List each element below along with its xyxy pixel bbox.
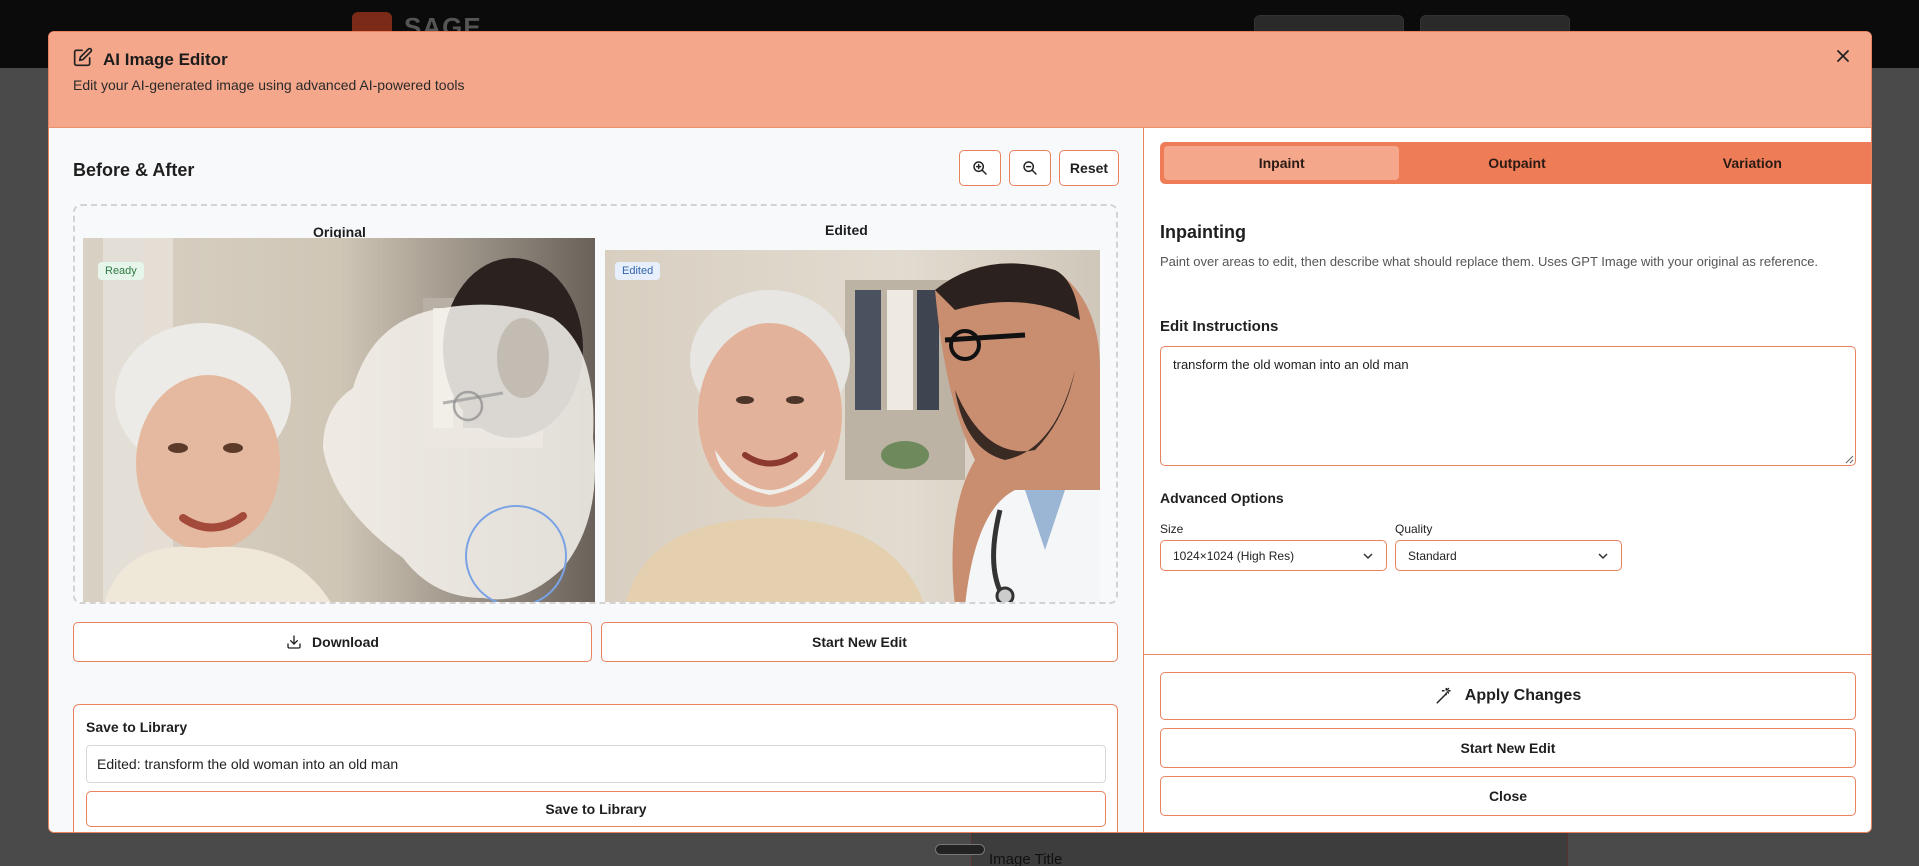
ready-badge: Ready xyxy=(98,262,144,280)
inpainting-title: Inpainting xyxy=(1160,222,1246,242)
save-to-library-title: Save to Library xyxy=(86,719,188,735)
tab-outpaint[interactable]: Outpaint xyxy=(1399,146,1634,180)
inpainting-description: Paint over areas to edit, then describe … xyxy=(1160,254,1819,269)
close-icon[interactable] xyxy=(1833,46,1853,66)
quality-label: Quality xyxy=(1395,522,1433,536)
background-scroll-handle xyxy=(935,844,985,855)
ai-image-editor-modal: AI Image Editor Edit your AI-generated i… xyxy=(48,31,1872,833)
size-label: Size xyxy=(1160,522,1184,536)
background-image-title-label: Image Title xyxy=(989,851,1063,866)
reset-button[interactable]: Reset xyxy=(1059,150,1119,186)
edited-label: Edited xyxy=(825,222,868,238)
download-label: Download xyxy=(312,634,379,650)
edit-instructions-label: Edit Instructions xyxy=(1160,318,1279,335)
tab-inpaint[interactable]: Inpaint xyxy=(1164,146,1400,180)
save-to-library-button[interactable]: Save to Library xyxy=(86,791,1106,827)
before-after-title: Before & After xyxy=(73,160,195,180)
edit-icon xyxy=(73,47,93,72)
modal-title: AI Image Editor xyxy=(103,49,228,69)
tab-variation[interactable]: Variation xyxy=(1635,146,1870,180)
footer-divider xyxy=(1144,654,1871,655)
download-button[interactable]: Download xyxy=(73,622,592,662)
before-after-pane: Before & After Reset Original Edited Rea… xyxy=(49,128,1143,832)
resize-handle-icon[interactable] xyxy=(1844,454,1854,464)
original-photo-illustration xyxy=(83,238,595,602)
start-new-edit-button[interactable]: Start New Edit xyxy=(601,622,1118,662)
modal-title-row: AI Image Editor xyxy=(73,47,228,72)
edit-instructions-input[interactable]: transform the old woman into an old man xyxy=(1160,346,1856,466)
edit-controls-pane: Inpaint Outpaint Variation Inpainting Pa… xyxy=(1143,128,1871,832)
image-compare-area: Original Edited Ready Edited xyxy=(73,204,1118,604)
edited-photo-illustration xyxy=(605,250,1100,602)
save-to-library-section: Save to Library Save to Library xyxy=(73,704,1118,832)
modal-header: AI Image Editor Edit your AI-generated i… xyxy=(49,32,1871,127)
close-button[interactable]: Close xyxy=(1160,776,1856,816)
magic-wand-icon xyxy=(1436,687,1451,704)
size-select-value: 1024×1024 (High Res) xyxy=(1173,548,1295,563)
zoom-out-icon xyxy=(1023,161,1037,175)
edit-mode-tabs: Inpaint Outpaint Variation xyxy=(1160,142,1871,184)
apply-changes-button[interactable]: Apply Changes xyxy=(1160,672,1856,720)
original-image[interactable]: Ready xyxy=(83,238,595,602)
advanced-options-title: Advanced Options xyxy=(1160,490,1284,506)
apply-changes-label: Apply Changes xyxy=(1464,687,1582,704)
modal-subtitle: Edit your AI-generated image using advan… xyxy=(73,77,465,93)
chevron-down-icon xyxy=(1363,552,1373,559)
start-new-edit-footer-button[interactable]: Start New Edit xyxy=(1160,728,1856,768)
library-title-input[interactable] xyxy=(86,745,1106,783)
quality-select-value: Standard xyxy=(1408,548,1457,563)
zoom-out-button[interactable] xyxy=(1009,150,1051,186)
chevron-down-icon xyxy=(1598,552,1608,559)
zoom-in-icon xyxy=(973,161,987,175)
edited-image[interactable]: Edited xyxy=(605,250,1100,602)
size-select[interactable]: 1024×1024 (High Res) xyxy=(1160,540,1387,571)
edited-badge: Edited xyxy=(615,262,661,280)
quality-select[interactable]: Standard xyxy=(1395,540,1622,571)
download-icon xyxy=(287,635,301,649)
zoom-in-button[interactable] xyxy=(959,150,1001,186)
